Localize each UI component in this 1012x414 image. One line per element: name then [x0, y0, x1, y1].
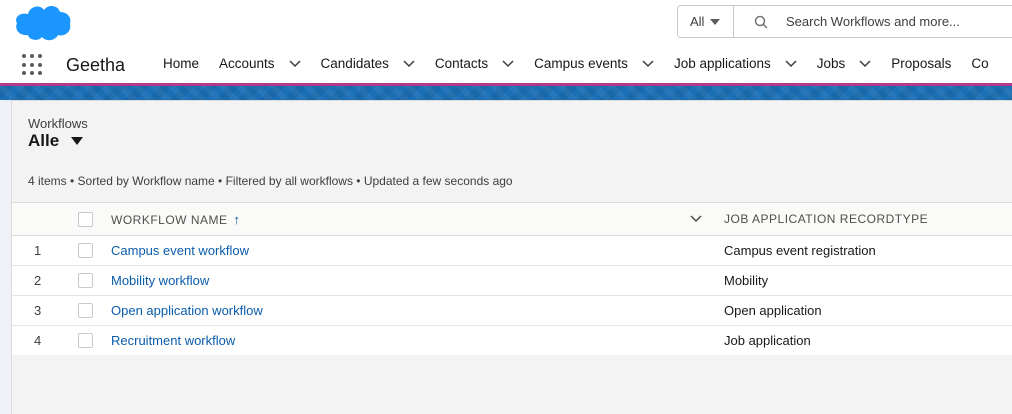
row-number-header: [12, 202, 68, 236]
nav-item-label: Home: [163, 56, 200, 71]
app-launcher-icon[interactable]: [22, 54, 44, 76]
workflow-table: WORKFLOW NAME ↑ JOB APPLICATION RECORDTYP…: [12, 202, 1012, 356]
row-select-cell: [68, 265, 110, 296]
nav-items: Home Accounts Candidates Contacts Campus eve…: [163, 44, 1009, 83]
nav-item-label: Job applications: [673, 56, 771, 71]
row-checkbox[interactable]: [78, 273, 93, 288]
app-name: Geetha: [66, 55, 126, 75]
nav-item-label: Jobs: [816, 56, 846, 71]
app-nav-bar: Geetha Home Accounts Candidates Contacts Cam…: [0, 44, 1012, 86]
nav-item-campus-events[interactable]: Campus events: [534, 56, 654, 71]
chevron-down-icon[interactable]: [785, 59, 797, 68]
search-icon: [754, 15, 768, 29]
nav-item-label: Proposals: [891, 56, 952, 71]
column-label-workflow-name: WORKFLOW NAME: [111, 212, 228, 227]
nav-item-label: Campus events: [534, 56, 628, 71]
row-select-cell: [68, 235, 110, 266]
table-header-row: WORKFLOW NAME ↑ JOB APPLICATION RECORDTYP…: [12, 202, 1012, 236]
nav-item-label: Co: [971, 56, 989, 71]
chevron-down-icon[interactable]: [642, 59, 654, 68]
object-label: Workflows: [28, 116, 88, 131]
row-number: 3: [12, 295, 68, 326]
workflow-name-cell: Campus event workflow: [110, 235, 710, 266]
workflow-name-link[interactable]: Campus event workflow: [111, 243, 249, 258]
nav-item-contacts[interactable]: Contacts: [435, 56, 514, 71]
table-row: 1 Campus event workflow Campus event regis…: [12, 235, 1012, 266]
workflow-name-cell: Open application workflow: [110, 295, 710, 326]
workflow-name-link[interactable]: Mobility workflow: [111, 273, 209, 288]
recordtype-cell: Job application: [710, 325, 1012, 356]
table-row: 3 Open application workflow Open applicati…: [12, 295, 1012, 326]
empty-list-area: [12, 355, 1012, 414]
table-row: 2 Mobility workflow Mobility: [12, 265, 1012, 296]
column-label-recordtype: JOB APPLICATION RECORDTYPE: [724, 212, 929, 226]
nav-item-label: Accounts: [219, 56, 275, 71]
list-view: Workflows Alle 4 items • Sorted by Workf…: [11, 100, 1012, 414]
row-select-cell: [68, 295, 110, 326]
workflow-name-link[interactable]: Recruitment workflow: [111, 333, 235, 348]
row-checkbox[interactable]: [78, 243, 93, 258]
select-all-cell: [68, 202, 110, 236]
recordtype-cell: Open application: [710, 295, 1012, 326]
caret-down-icon: [710, 18, 721, 25]
nav-item-candidates[interactable]: Candidates: [321, 56, 415, 71]
search-scope-label: All: [690, 14, 705, 29]
recordtype-cell: Mobility: [710, 265, 1012, 296]
search-scope-dropdown[interactable]: All: [678, 6, 734, 37]
row-number: 2: [12, 265, 68, 296]
workflow-name-cell: Recruitment workflow: [110, 325, 710, 356]
row-checkbox[interactable]: [78, 303, 93, 318]
list-view-name: Alle: [28, 131, 60, 150]
workflow-name-cell: Mobility workflow: [110, 265, 710, 296]
chevron-down-icon[interactable]: [690, 215, 702, 223]
table-row: 4 Recruitment workflow Job application: [12, 325, 1012, 356]
arrow-up-icon: ↑: [233, 211, 241, 227]
list-info: 4 items • Sorted by Workflow name • Filt…: [28, 174, 513, 188]
chevron-down-icon[interactable]: [403, 59, 415, 68]
row-number: 1: [12, 235, 68, 266]
column-header-recordtype[interactable]: JOB APPLICATION RECORDTYPE: [710, 202, 1012, 236]
chevron-down-icon[interactable]: [859, 59, 871, 68]
nav-item-label: Candidates: [320, 56, 389, 71]
select-all-checkbox[interactable]: [78, 211, 93, 227]
nav-item-accounts[interactable]: Accounts: [219, 56, 301, 71]
salesforce-logo-icon[interactable]: [14, 2, 72, 47]
nav-item-home[interactable]: Home: [163, 56, 199, 71]
nav-item-proposals[interactable]: Proposals: [891, 56, 951, 71]
list-view-header: Workflows Alle 4 items • Sorted by Workf…: [12, 101, 1012, 202]
caret-down-icon: [71, 137, 84, 145]
nav-item-jobs[interactable]: Jobs: [817, 56, 872, 71]
list-view-selector[interactable]: Alle: [28, 131, 84, 151]
chevron-down-icon[interactable]: [502, 59, 514, 68]
search-input[interactable]: Search Workflows and more...: [786, 14, 960, 29]
row-number: 4: [12, 325, 68, 356]
recordtype-cell: Campus event registration: [710, 235, 1012, 266]
workflow-name-link[interactable]: Open application workflow: [111, 303, 263, 318]
nav-item-label: Contacts: [434, 56, 489, 71]
nav-item-co[interactable]: Co: [971, 56, 988, 71]
global-search[interactable]: All Search Workflows and more...: [677, 5, 1012, 38]
chevron-down-icon[interactable]: [289, 59, 301, 68]
row-select-cell: [68, 325, 110, 356]
row-checkbox[interactable]: [78, 333, 93, 348]
global-header: All Search Workflows and more...: [0, 0, 1012, 44]
column-header-workflow-name[interactable]: WORKFLOW NAME ↑: [110, 202, 710, 236]
nav-item-job-applications[interactable]: Job applications: [674, 56, 797, 71]
